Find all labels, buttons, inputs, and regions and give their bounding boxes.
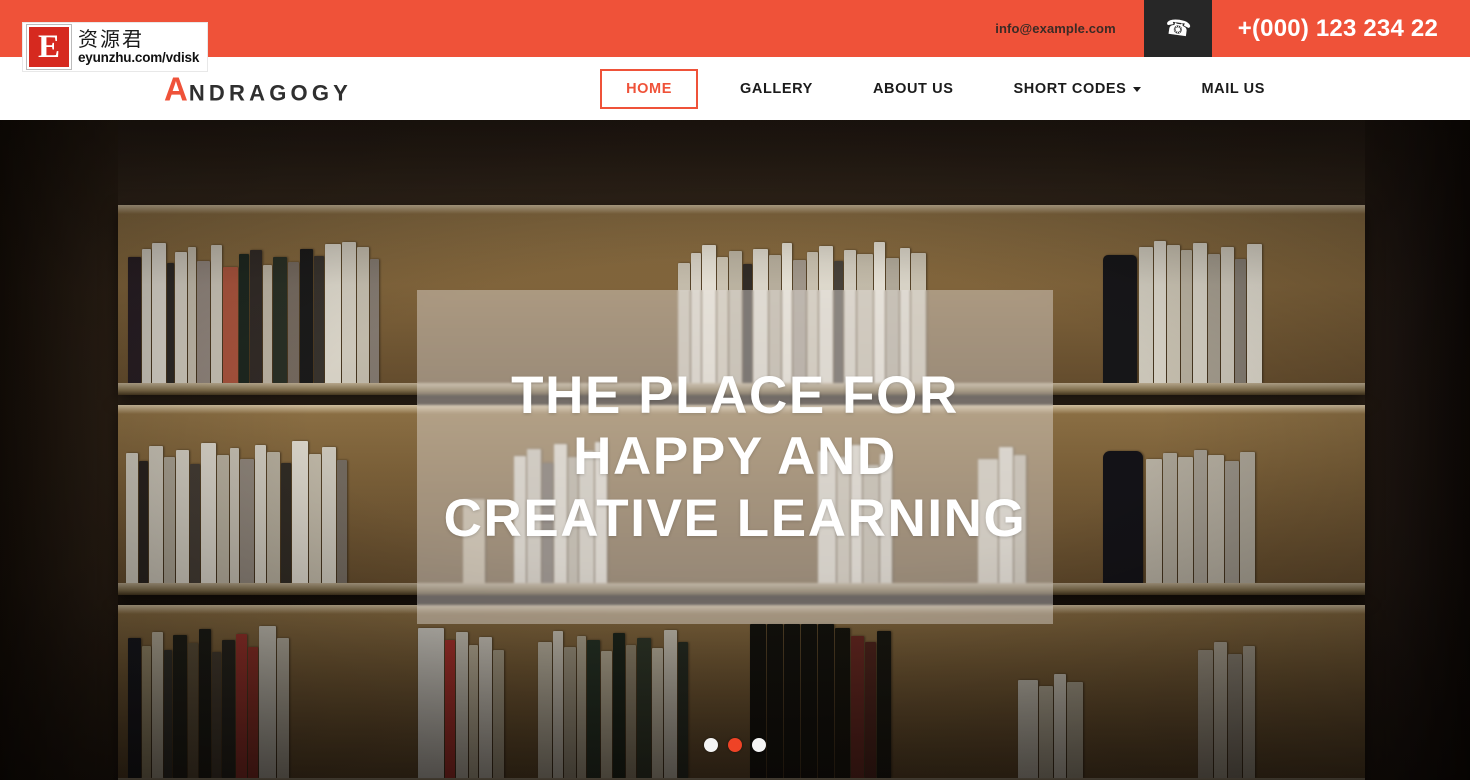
- watermark-url: eyunzhu.com/vdisk: [78, 50, 200, 66]
- nav-item-gallery-label: GALLERY: [740, 80, 813, 97]
- nav-item-about-us[interactable]: ABOUT US: [843, 81, 984, 97]
- nav-menu: HOME GALLERY ABOUT US SHORT CODES MAIL U…: [600, 68, 1295, 109]
- carousel-dot-1[interactable]: [704, 738, 718, 752]
- watermark-text-group: 资源君 eyunzhu.com/vdisk: [78, 29, 199, 65]
- nav-item-gallery[interactable]: GALLERY: [710, 81, 843, 97]
- chevron-down-icon: [1133, 87, 1142, 92]
- hero-caption-panel: THE PLACE FOR HAPPY AND CREATIVE LEARNIN…: [417, 290, 1053, 624]
- page-root: info@example.com ☎ +(000) 123 234 22 E 资…: [0, 0, 1470, 780]
- nav-item-mail-us[interactable]: MAIL US: [1171, 81, 1295, 97]
- nav-item-mail-us-label: MAIL US: [1201, 80, 1265, 97]
- logo-text: NDRAGOGY: [188, 80, 353, 105]
- logo-accent-letter: A: [164, 70, 189, 107]
- nav-item-short-codes[interactable]: SHORT CODES: [984, 81, 1172, 97]
- nav-item-about-us-label: ABOUT US: [872, 80, 954, 97]
- carousel-dot-3[interactable]: [752, 738, 766, 752]
- hero-slider: THE PLACE FOR HAPPY AND CREATIVE LEARNIN…: [0, 120, 1470, 780]
- hero-title: THE PLACE FOR HAPPY AND CREATIVE LEARNIN…: [443, 365, 1027, 548]
- top-contact-bar: info@example.com ☎ +(000) 123 234 22: [0, 0, 1470, 57]
- watermark-overlay: E 资源君 eyunzhu.com/vdisk: [22, 22, 208, 72]
- phone-icon: ☎: [1163, 15, 1193, 42]
- nav-item-short-codes-label: SHORT CODES: [1013, 80, 1127, 97]
- contact-phone-number[interactable]: +(000) 123 234 22: [1212, 15, 1470, 43]
- carousel-dot-2[interactable]: [728, 738, 742, 752]
- nav-item-home-label: HOME: [626, 80, 673, 97]
- nav-item-home[interactable]: HOME: [600, 68, 699, 109]
- watermark-cn-text: 资源君: [78, 27, 144, 52]
- watermark-logo-icon: E: [26, 24, 72, 70]
- carousel-indicators: [704, 738, 766, 752]
- phone-icon-box: ☎: [1143, 0, 1212, 57]
- contact-email[interactable]: info@example.com: [995, 21, 1115, 36]
- main-navigation-bar: A NDRAGOGY HOME GALLERY ABOUT US SHORT C…: [0, 57, 1470, 120]
- site-logo[interactable]: A NDRAGOGY: [164, 72, 352, 105]
